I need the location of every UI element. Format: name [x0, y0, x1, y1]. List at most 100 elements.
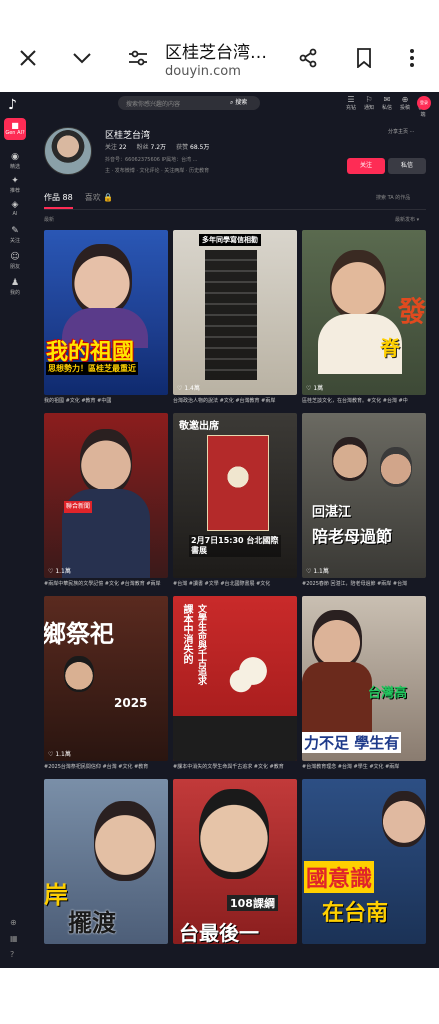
search-icon: ⌕	[230, 99, 234, 106]
profile-tabs: 作品 88 喜欢 🔒	[44, 192, 113, 209]
profile-stats: 关注 22 粉丝 7.2万 获赞 68.5万	[105, 142, 209, 151]
video-card[interactable]: 岸 擺渡	[44, 779, 168, 962]
video-caption: #2025春節 回湛江，陪老母過節 #兩岸 #台灣	[302, 581, 408, 587]
ai-icon: ◈	[11, 200, 19, 210]
video-caption: #2025台灣祭祀民間信仰 #台灣 #文化 #教育	[44, 764, 149, 770]
likes-count: ♡ 1.4萬	[177, 385, 200, 392]
video-card[interactable]: 台灣高 力不足 學生有 #台灣教育理念 #台灣 #學生 #文化 #兩岸	[302, 596, 426, 779]
video-card[interactable]: 發 脊 ♡ 1萬 區桂芝談文化，在台灣教育。#文化 #台灣 #中	[302, 230, 426, 413]
heart-icon: ♡	[306, 385, 312, 392]
likes-count: ♡ 1.1萬	[306, 568, 329, 575]
profile-bio: 主 · 发布微博 · 文化评论 · 关注两岸 · 历史教育	[105, 168, 210, 174]
likes-count: ♡ 1.1萬	[48, 751, 71, 758]
likes-count: ♡ 1萬	[306, 385, 324, 392]
video-card[interactable]: 鄉祭祀 2025 ♡ 1.1萬 #2025台灣祭祀民間信仰 #台灣 #文化 #教…	[44, 596, 168, 779]
video-caption: #課本中消失的文學生命與千古追求 #文化 #教育	[173, 764, 284, 770]
video-caption: 台灣政治人物的說法 #文化 #台灣教育 #兩岸	[173, 398, 276, 404]
douyin-logo[interactable]: ♪	[8, 97, 17, 113]
following-icon: ✎	[11, 226, 19, 236]
share-profile-button[interactable]: 分享主页 ···	[388, 128, 414, 135]
video-thumbnail: 岸 擺渡	[44, 779, 168, 944]
video-caption: 我的祖國 #文化 #教育 #中國	[44, 398, 112, 404]
recommend-icon: ✦	[11, 176, 19, 186]
video-caption: #台灣 #讀書 #文學 #台北國際書展 #文化	[173, 581, 271, 587]
video-grid: 我的祖國 思想勢力！區桂芝最重近 我的祖國 #文化 #教育 #中國 多年同學寫信…	[44, 230, 426, 962]
video-thumbnail: 台灣高 力不足 學生有	[302, 596, 426, 761]
video-card[interactable]: 課本中消失的 文學生命與千古追求 #課本中消失的文學生命與千古追求 #文化 #教…	[173, 596, 297, 779]
heart-icon: ♡	[306, 568, 312, 575]
tab-works[interactable]: 作品 88	[44, 192, 73, 209]
video-card[interactable]: 敬邀出席 2月7日15:30 台北國際書展 #台灣 #讀書 #文學 #台北國際書…	[173, 413, 297, 596]
page-title: 区桂芝台湾…	[165, 43, 267, 63]
more-vert-icon[interactable]	[398, 44, 426, 72]
browser-toolbar: 区桂芝台湾… douyin.com	[0, 0, 439, 92]
heart-icon: ♡	[48, 568, 54, 575]
follow-stat[interactable]: 关注 22	[105, 142, 127, 151]
search-works-input[interactable]: 搜索 TA 的作品	[376, 194, 410, 201]
add-icon[interactable]: ⊕	[10, 918, 17, 927]
heart-icon: ♡	[48, 751, 54, 758]
filter-label[interactable]: 最新	[44, 216, 54, 223]
video-card[interactable]: 聯合新聞 ♡ 1.1萬 #兩岸中華民族的文學記憶 #文化 #台灣教育 #兩岸	[44, 413, 168, 596]
user-icon: ♟	[10, 278, 20, 288]
video-thumbnail: 回湛江 陪老母過節 ♡ 1.1萬	[302, 413, 426, 578]
message-button[interactable]: 私信	[388, 158, 426, 174]
likes-stat: 获赞 68.5万	[176, 144, 210, 151]
chevron-down-icon[interactable]	[68, 44, 96, 72]
recharge-icon[interactable]: ☰ 充钻	[345, 95, 357, 118]
sidebar-item-ai[interactable]: ◈ AI	[0, 200, 30, 217]
top-icons: ☰充钻 ⚐通知 ✉私信 ⊕投稿 ▭客户端	[345, 95, 429, 118]
video-card[interactable]: 我的祖國 思想勢力！區桂芝最重近 我的祖國 #文化 #教育 #中國	[44, 230, 168, 413]
left-sidebar: ♪ ■ Gen AI? ◉ 精选 ✦ 推荐 ◈ AI ✎ 关注 ☺ 朋友 ♟ 我的 ⊕ ▦ …	[0, 92, 30, 968]
video-caption: 區桂芝談文化，在台灣教育。#文化 #台灣 #中	[302, 398, 408, 404]
search-button[interactable]: ⌕ 搜索	[230, 96, 247, 110]
avatar	[44, 127, 92, 175]
upload-icon[interactable]: ⊕ 投稿	[399, 95, 411, 118]
site-settings-icon[interactable]	[124, 44, 152, 72]
friends-icon: ☺	[10, 252, 20, 262]
page-url[interactable]: douyin.com	[165, 64, 241, 79]
video-caption: #台灣教育理念 #台灣 #學生 #文化 #兩岸	[302, 764, 400, 770]
notification-icon[interactable]: ⚐ 通知	[363, 95, 375, 118]
message-icon[interactable]: ✉ 私信	[381, 95, 393, 118]
grid-icon[interactable]: ▦	[10, 934, 18, 943]
video-thumbnail: 我的祖國 思想勢力！區桂芝最重近	[44, 230, 168, 395]
share-icon[interactable]	[294, 44, 322, 72]
video-thumbnail: 聯合新聞 ♡ 1.1萬	[44, 413, 168, 578]
video-card[interactable]: 國意識 在台南	[302, 779, 426, 962]
video-thumbnail: 鄉祭祀 2025 ♡ 1.1萬	[44, 596, 168, 761]
home-icon: ■	[11, 121, 19, 130]
video-thumbnail: 108課綱 台最後一	[173, 779, 297, 944]
sidebar-item-friends[interactable]: ☺ 朋友	[0, 252, 30, 270]
sidebar-item-recommend[interactable]: ✦ 推荐	[0, 176, 30, 194]
profile-name: 区桂芝台湾	[105, 131, 151, 141]
sidebar-item-mine[interactable]: ♟ 我的	[0, 278, 30, 296]
help-icon[interactable]: ?	[10, 950, 14, 959]
follow-button[interactable]: 关注	[347, 158, 385, 174]
sort-dropdown[interactable]: 最新发布 ▾	[395, 216, 419, 223]
video-thumbnail: 敬邀出席 2月7日15:30 台北國際書展	[173, 413, 297, 578]
video-thumbnail: 多年同學寫信相勸 ♡ 1.4萬	[173, 230, 297, 395]
douyin-page: ♪ ■ Gen AI? ◉ 精选 ✦ 推荐 ◈ AI ✎ 关注 ☺ 朋友 ♟ 我的 ⊕ ▦ …	[0, 92, 439, 968]
video-thumbnail: 發 脊 ♡ 1萬	[302, 230, 426, 395]
fans-stat[interactable]: 粉丝 7.2万	[137, 142, 166, 151]
sidebar-item-featured[interactable]: ◉ 精选	[0, 152, 30, 170]
sidebar-item-following[interactable]: ✎ 关注	[0, 226, 30, 244]
profile-meta: 抖音号：66062375606 IP属地：台湾 ...	[105, 157, 198, 163]
featured-icon: ◉	[11, 152, 19, 162]
video-thumbnail: 課本中消失的 文學生命與千古追求	[173, 596, 297, 761]
bottom-blank	[0, 968, 439, 1024]
tab-likes[interactable]: 喜欢 🔒	[85, 192, 114, 209]
likes-count: ♡ 1.1萬	[48, 568, 71, 575]
video-card[interactable]: 108課綱 台最後一	[173, 779, 297, 962]
video-thumbnail: 國意識 在台南	[302, 779, 426, 944]
divider	[44, 209, 426, 210]
login-button[interactable]: 登录	[417, 96, 431, 110]
video-card[interactable]: 回湛江 陪老母過節 ♡ 1.1萬 #2025春節 回湛江，陪老母過節 #兩岸 #…	[302, 413, 426, 596]
close-icon[interactable]	[14, 44, 42, 72]
bookmark-icon[interactable]	[350, 44, 378, 72]
video-caption: #兩岸中華民族的文學記憶 #文化 #台灣教育 #兩岸	[44, 581, 161, 587]
sidebar-item-active[interactable]: ■ Gen AI?	[4, 118, 26, 140]
top-bar: 搜索你感兴趣的内容 ⌕ 搜索 ☰充钻 ⚐通知 ✉私信 ⊕投稿 ▭客户端 登录	[30, 92, 439, 118]
video-card[interactable]: 多年同學寫信相勸 ♡ 1.4萬 台灣政治人物的說法 #文化 #台灣教育 #兩岸	[173, 230, 297, 413]
